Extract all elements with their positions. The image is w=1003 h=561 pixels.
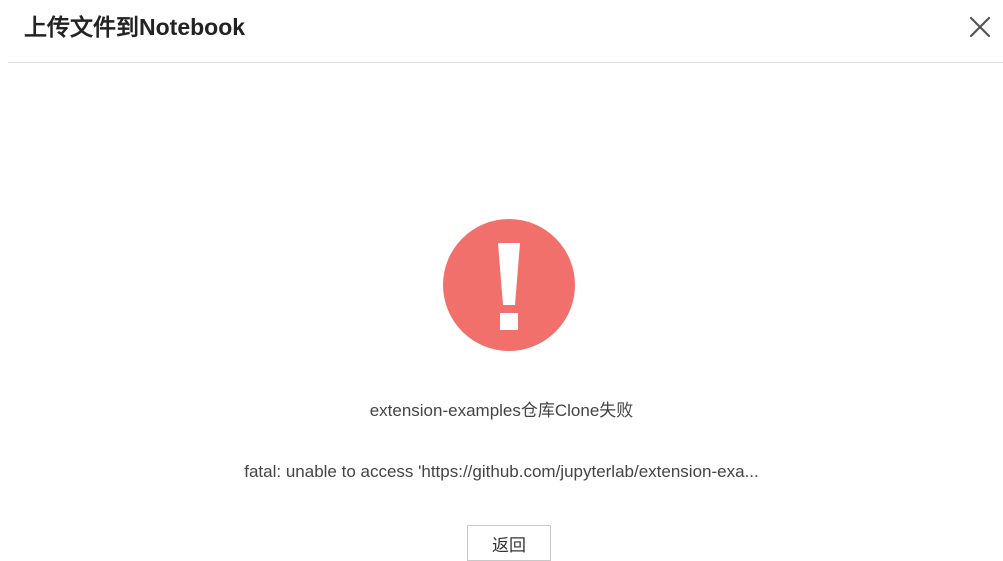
- upload-dialog: 上传文件到Notebook extension-examples仓库Clone失…: [0, 0, 1003, 561]
- exclamation-circle-icon: [443, 219, 575, 351]
- error-title: extension-examples仓库Clone失败: [369, 401, 634, 420]
- dialog-title: 上传文件到Notebook: [24, 14, 246, 40]
- close-icon[interactable]: [965, 12, 995, 42]
- dialog-body: extension-examples仓库Clone失败 fatal: unabl…: [0, 63, 1003, 561]
- dialog-header: 上传文件到Notebook: [8, 0, 1003, 63]
- error-detail: fatal: unable to access 'https://github.…: [244, 462, 759, 481]
- back-button[interactable]: 返回: [467, 525, 551, 561]
